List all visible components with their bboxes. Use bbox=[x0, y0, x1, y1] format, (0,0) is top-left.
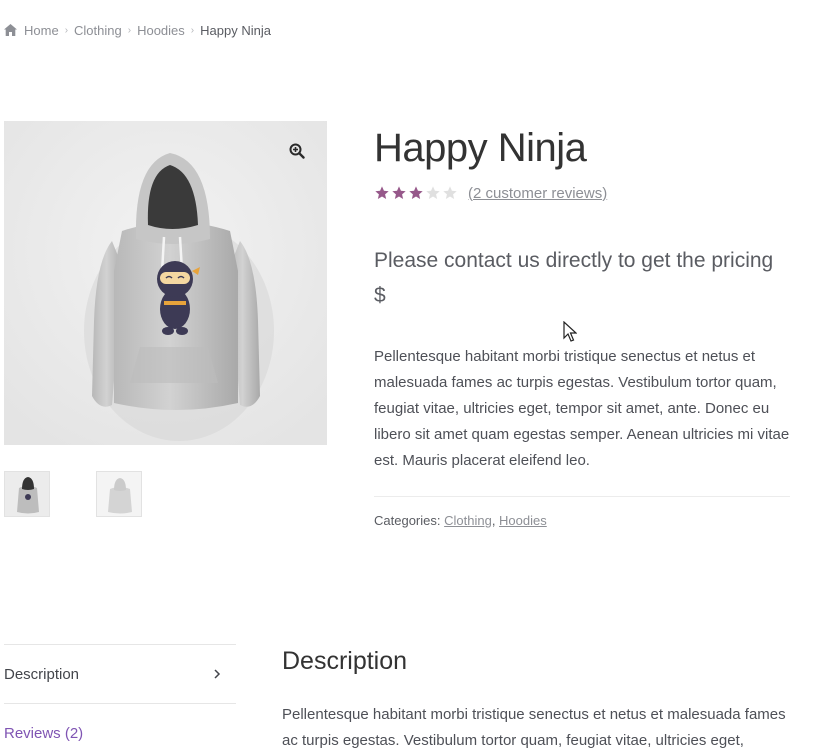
hoodie-image bbox=[4, 121, 327, 445]
tab-reviews-label: Reviews (2) bbox=[4, 724, 84, 742]
product-tabs: Description Reviews (2) bbox=[4, 644, 236, 750]
tab-description[interactable]: Description bbox=[4, 645, 236, 703]
category-link-clothing[interactable]: Clothing bbox=[444, 513, 492, 528]
product-categories: Categories: Clothing, Hoodies bbox=[374, 513, 547, 528]
categories-separator: , bbox=[491, 513, 500, 528]
star-empty-icon bbox=[426, 186, 440, 199]
breadcrumb-clothing-link[interactable]: Clothing bbox=[74, 23, 122, 38]
chevron-right-icon bbox=[214, 669, 221, 679]
product-main-image[interactable] bbox=[4, 121, 327, 445]
price-currency: $ bbox=[374, 284, 386, 307]
star-filled-icon bbox=[409, 186, 423, 199]
product-short-description: Pellentesque habitant morbi tristique se… bbox=[374, 348, 790, 469]
breadcrumb-separator: › bbox=[64, 24, 69, 36]
categories-label: Categories: bbox=[374, 513, 441, 528]
breadcrumb-current: Happy Ninja bbox=[200, 22, 271, 38]
breadcrumb-home-link[interactable]: Home bbox=[24, 23, 59, 38]
price-contact-text: Please contact us directly to get the pr… bbox=[374, 249, 774, 272]
star-filled-icon bbox=[375, 186, 389, 199]
description-heading: Description bbox=[282, 647, 408, 675]
product-rating: (2 customer reviews) bbox=[374, 183, 607, 203]
mouse-cursor-icon bbox=[563, 321, 577, 342]
breadcrumb-separator: › bbox=[190, 24, 195, 36]
zoom-button[interactable] bbox=[286, 140, 308, 162]
category-link-hoodies[interactable]: Hoodies bbox=[499, 513, 547, 528]
breadcrumb-hoodies-link[interactable]: Hoodies bbox=[137, 23, 185, 38]
tab-reviews[interactable]: Reviews (2) bbox=[4, 704, 236, 750]
star-rating bbox=[374, 185, 458, 201]
summary-divider bbox=[374, 496, 790, 497]
star-filled-icon bbox=[392, 186, 406, 199]
thumbnail-hoodie-front[interactable] bbox=[4, 471, 50, 517]
zoom-icon bbox=[289, 143, 305, 159]
price-notice: Please contact us directly to get the pr… bbox=[374, 243, 794, 313]
tab-description-label: Description bbox=[4, 665, 80, 683]
breadcrumb: Home › Clothing › Hoodies › Happy Ninja bbox=[4, 21, 271, 39]
product-title: Happy Ninja bbox=[374, 126, 587, 170]
product-page: Home › Clothing › Hoodies › Happy Ninja bbox=[0, 0, 820, 750]
thumbnail-hoodie-back[interactable] bbox=[96, 471, 142, 517]
breadcrumb-separator: › bbox=[127, 24, 132, 36]
customer-reviews-link[interactable]: (2 customer reviews) bbox=[468, 185, 607, 202]
home-icon bbox=[4, 24, 17, 36]
star-empty-icon bbox=[443, 186, 457, 199]
description-text: Pellentesque habitant morbi tristique se… bbox=[282, 706, 786, 749]
